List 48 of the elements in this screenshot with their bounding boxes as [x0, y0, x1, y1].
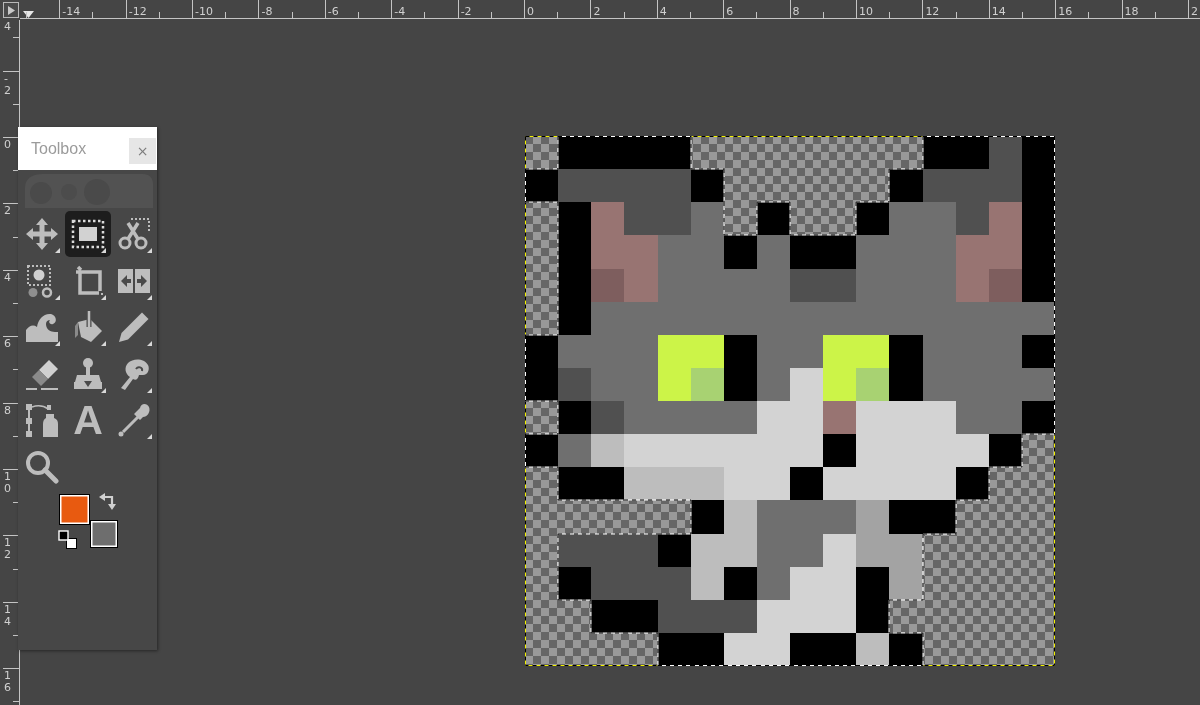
ruler-label: 18 — [1124, 6, 1139, 18]
ruler-label: 16 — [1058, 6, 1073, 18]
ruler-label: -14 — [62, 6, 81, 18]
foreground-color-swatch[interactable] — [59, 494, 90, 525]
ruler-label: -2 — [460, 6, 472, 18]
ruler-label: -10 — [195, 6, 214, 18]
menu-button[interactable] — [3, 2, 19, 18]
ruler-label: -6 — [327, 6, 339, 18]
ruler-label: 16 — [4, 670, 12, 695]
swap-arrows-icon[interactable] — [99, 493, 117, 510]
path-nodes-bottle-icon — [25, 403, 59, 437]
ruler-label: -8 — [261, 6, 273, 18]
default-colors-icon[interactable] — [58, 530, 77, 549]
ruler-label: 2 — [4, 205, 12, 218]
ruler-label: 0 — [4, 139, 12, 151]
ruler-label: 12 — [4, 537, 12, 562]
pencil-icon — [117, 310, 151, 344]
eyedropper-icon — [117, 403, 151, 437]
ruler-label: 12 — [925, 6, 940, 18]
ruler-label: 8 — [792, 6, 800, 18]
stamp-icon — [71, 356, 105, 391]
scissors-icon — [117, 217, 151, 251]
ruler-label: 2 — [1190, 6, 1198, 18]
ruler-label: 14 — [991, 6, 1006, 18]
ruler-label: 2 — [593, 6, 601, 18]
magnifier-icon — [25, 449, 59, 484]
tool-button[interactable]: A — [65, 397, 111, 443]
window-title: Toolbox — [31, 139, 87, 158]
ruler-label: 14 — [4, 603, 12, 628]
ruler-label: 4 — [4, 271, 12, 284]
ruler-label: 6 — [726, 6, 734, 18]
ruler-label: 8 — [4, 404, 12, 417]
ruler-label: 4 — [659, 6, 667, 18]
pointer-marker-icon — [23, 11, 34, 18]
ruler-label: -2 — [4, 72, 12, 97]
right-triangle-icon — [7, 5, 15, 15]
ruler-label: 4 — [4, 21, 12, 33]
ruler-label: -4 — [394, 6, 406, 18]
dotted-rectangle-icon — [71, 217, 105, 251]
ruler-label: 10 — [4, 470, 12, 495]
ruler-label: 10 — [859, 6, 873, 18]
tool-button[interactable] — [65, 211, 111, 257]
ruler-label: -12 — [128, 6, 147, 18]
ruler-label: 6 — [4, 338, 12, 351]
four-way-arrow-icon — [25, 217, 59, 251]
background-color-swatch[interactable] — [90, 520, 118, 548]
close-button[interactable]: × — [129, 138, 156, 164]
ruler-label: 0 — [527, 6, 535, 18]
